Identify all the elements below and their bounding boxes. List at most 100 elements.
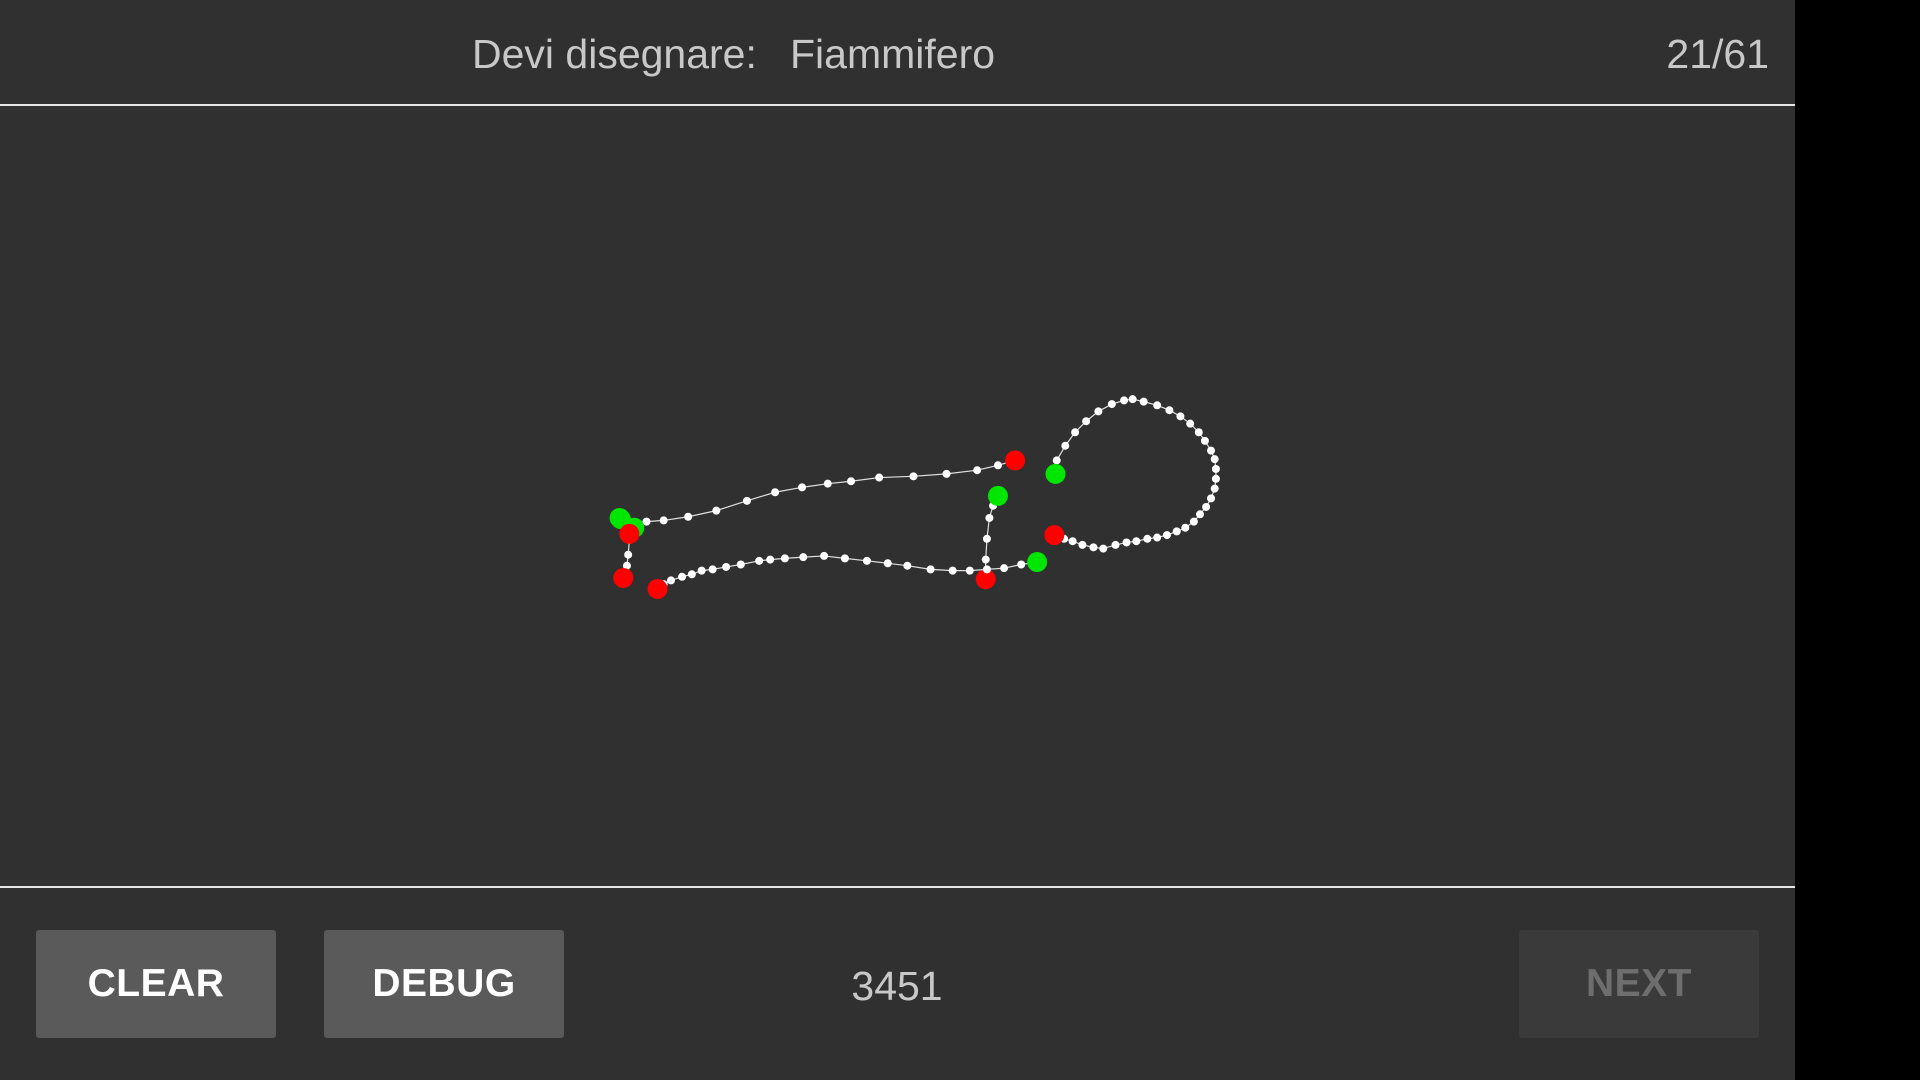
stroke-point bbox=[1052, 456, 1061, 465]
stroke-point bbox=[985, 513, 994, 522]
stroke-point bbox=[659, 516, 668, 525]
prompt-label: Devi disegnare: bbox=[472, 31, 757, 77]
stroke-point bbox=[1071, 428, 1080, 437]
stroke-point bbox=[1017, 560, 1026, 569]
stroke-point bbox=[981, 555, 990, 564]
stroke-point bbox=[823, 479, 832, 488]
stroke-point bbox=[678, 572, 687, 581]
stroke-point bbox=[862, 556, 871, 565]
stroke-point bbox=[1111, 540, 1120, 549]
stroke-point bbox=[798, 483, 807, 492]
stroke-point bbox=[1211, 474, 1220, 483]
stroke-point bbox=[1189, 517, 1198, 526]
stroke-point bbox=[1211, 464, 1220, 473]
stroke bbox=[1044, 395, 1220, 553]
stroke-point bbox=[820, 551, 829, 560]
stroke-point bbox=[847, 477, 856, 486]
stroke-point bbox=[1165, 406, 1174, 415]
stroke-point bbox=[973, 466, 982, 475]
stroke-point bbox=[1128, 395, 1137, 404]
stroke-point bbox=[1176, 412, 1185, 421]
stroke-point bbox=[736, 560, 745, 569]
navigation-bar-strip bbox=[1795, 0, 1920, 1080]
stroke-end-point bbox=[619, 523, 640, 544]
stroke-point bbox=[883, 559, 892, 568]
stroke-point bbox=[708, 565, 717, 574]
stroke-point bbox=[1186, 419, 1195, 428]
stroke-point bbox=[1000, 564, 1009, 573]
drawing-canvas[interactable] bbox=[0, 106, 1795, 886]
stroke bbox=[975, 485, 1008, 590]
stroke-point bbox=[1107, 400, 1116, 409]
stroke-point bbox=[1194, 428, 1203, 437]
prompt-word: Fiammifero bbox=[790, 31, 996, 77]
drawing-surface[interactable] bbox=[0, 106, 1795, 886]
stroke-point bbox=[1139, 397, 1148, 406]
clear-button[interactable]: CLEAR bbox=[36, 930, 276, 1038]
stroke-point bbox=[942, 469, 951, 478]
stroke-point bbox=[1202, 502, 1211, 511]
footer-divider bbox=[0, 886, 1795, 888]
stroke-line bbox=[620, 459, 1016, 524]
stroke-point bbox=[780, 554, 789, 563]
stroke-start-point bbox=[1045, 463, 1066, 484]
debug-button[interactable]: DEBUG bbox=[324, 930, 564, 1038]
stroke-point bbox=[667, 576, 676, 585]
stroke-point bbox=[1200, 436, 1209, 445]
stroke-end-point bbox=[647, 578, 668, 599]
stroke-point bbox=[1172, 527, 1181, 536]
stroke-point bbox=[982, 565, 991, 574]
score-display: 3451 bbox=[851, 963, 943, 1009]
stroke-end-point bbox=[1044, 525, 1065, 546]
stroke-point bbox=[965, 566, 974, 575]
stroke-point bbox=[909, 472, 918, 481]
stroke-point bbox=[875, 473, 884, 482]
stroke-point bbox=[684, 512, 693, 521]
stroke bbox=[610, 450, 1026, 530]
stroke-start-point bbox=[1027, 552, 1048, 573]
stroke-point bbox=[1082, 417, 1091, 426]
stroke-point bbox=[1207, 446, 1216, 455]
stroke-point bbox=[755, 556, 764, 565]
stroke-point bbox=[1207, 494, 1216, 503]
stroke-point bbox=[903, 561, 912, 570]
header: Devi disegnare: Fiammifero 21/61 bbox=[0, 0, 1795, 105]
stroke-point bbox=[993, 461, 1002, 470]
stroke-point bbox=[771, 488, 780, 497]
stroke-point bbox=[697, 566, 706, 575]
stroke-point bbox=[1196, 510, 1204, 519]
stroke-point bbox=[948, 566, 957, 575]
stroke-point bbox=[1120, 396, 1129, 405]
stroke-end-point bbox=[613, 567, 634, 588]
stroke-point bbox=[1153, 533, 1162, 542]
stroke-point bbox=[1078, 540, 1087, 549]
stroke-point bbox=[712, 506, 721, 515]
stroke-point bbox=[687, 570, 696, 579]
stroke-point bbox=[642, 517, 651, 526]
progress-counter: 21/61 bbox=[1666, 31, 1769, 77]
stroke-point bbox=[982, 534, 991, 543]
stroke-point bbox=[1132, 537, 1141, 546]
stroke-end-point bbox=[1005, 450, 1026, 471]
next-button[interactable]: NEXT bbox=[1519, 930, 1759, 1038]
stroke-point bbox=[1210, 484, 1219, 493]
stroke-point bbox=[1061, 441, 1070, 450]
stroke-point bbox=[624, 550, 633, 559]
stroke-point bbox=[1089, 543, 1098, 552]
stroke-point bbox=[1210, 455, 1219, 464]
stroke-point bbox=[1143, 534, 1152, 543]
stroke-point bbox=[1099, 544, 1108, 553]
stroke-start-point bbox=[987, 485, 1008, 506]
stroke-point bbox=[1068, 537, 1077, 546]
stroke-point bbox=[766, 555, 775, 564]
stroke-point bbox=[1122, 538, 1131, 547]
stroke-point bbox=[926, 565, 935, 574]
drawing-app: Devi disegnare: Fiammifero 21/61 CLEAR D… bbox=[0, 0, 1795, 1080]
stroke-point bbox=[1153, 401, 1162, 410]
stroke-point bbox=[722, 562, 731, 571]
stroke-point bbox=[1181, 523, 1190, 532]
stroke-point bbox=[1162, 531, 1171, 540]
stroke-point bbox=[1094, 407, 1103, 416]
stroke-point bbox=[799, 553, 808, 562]
stroke-point bbox=[742, 496, 751, 505]
